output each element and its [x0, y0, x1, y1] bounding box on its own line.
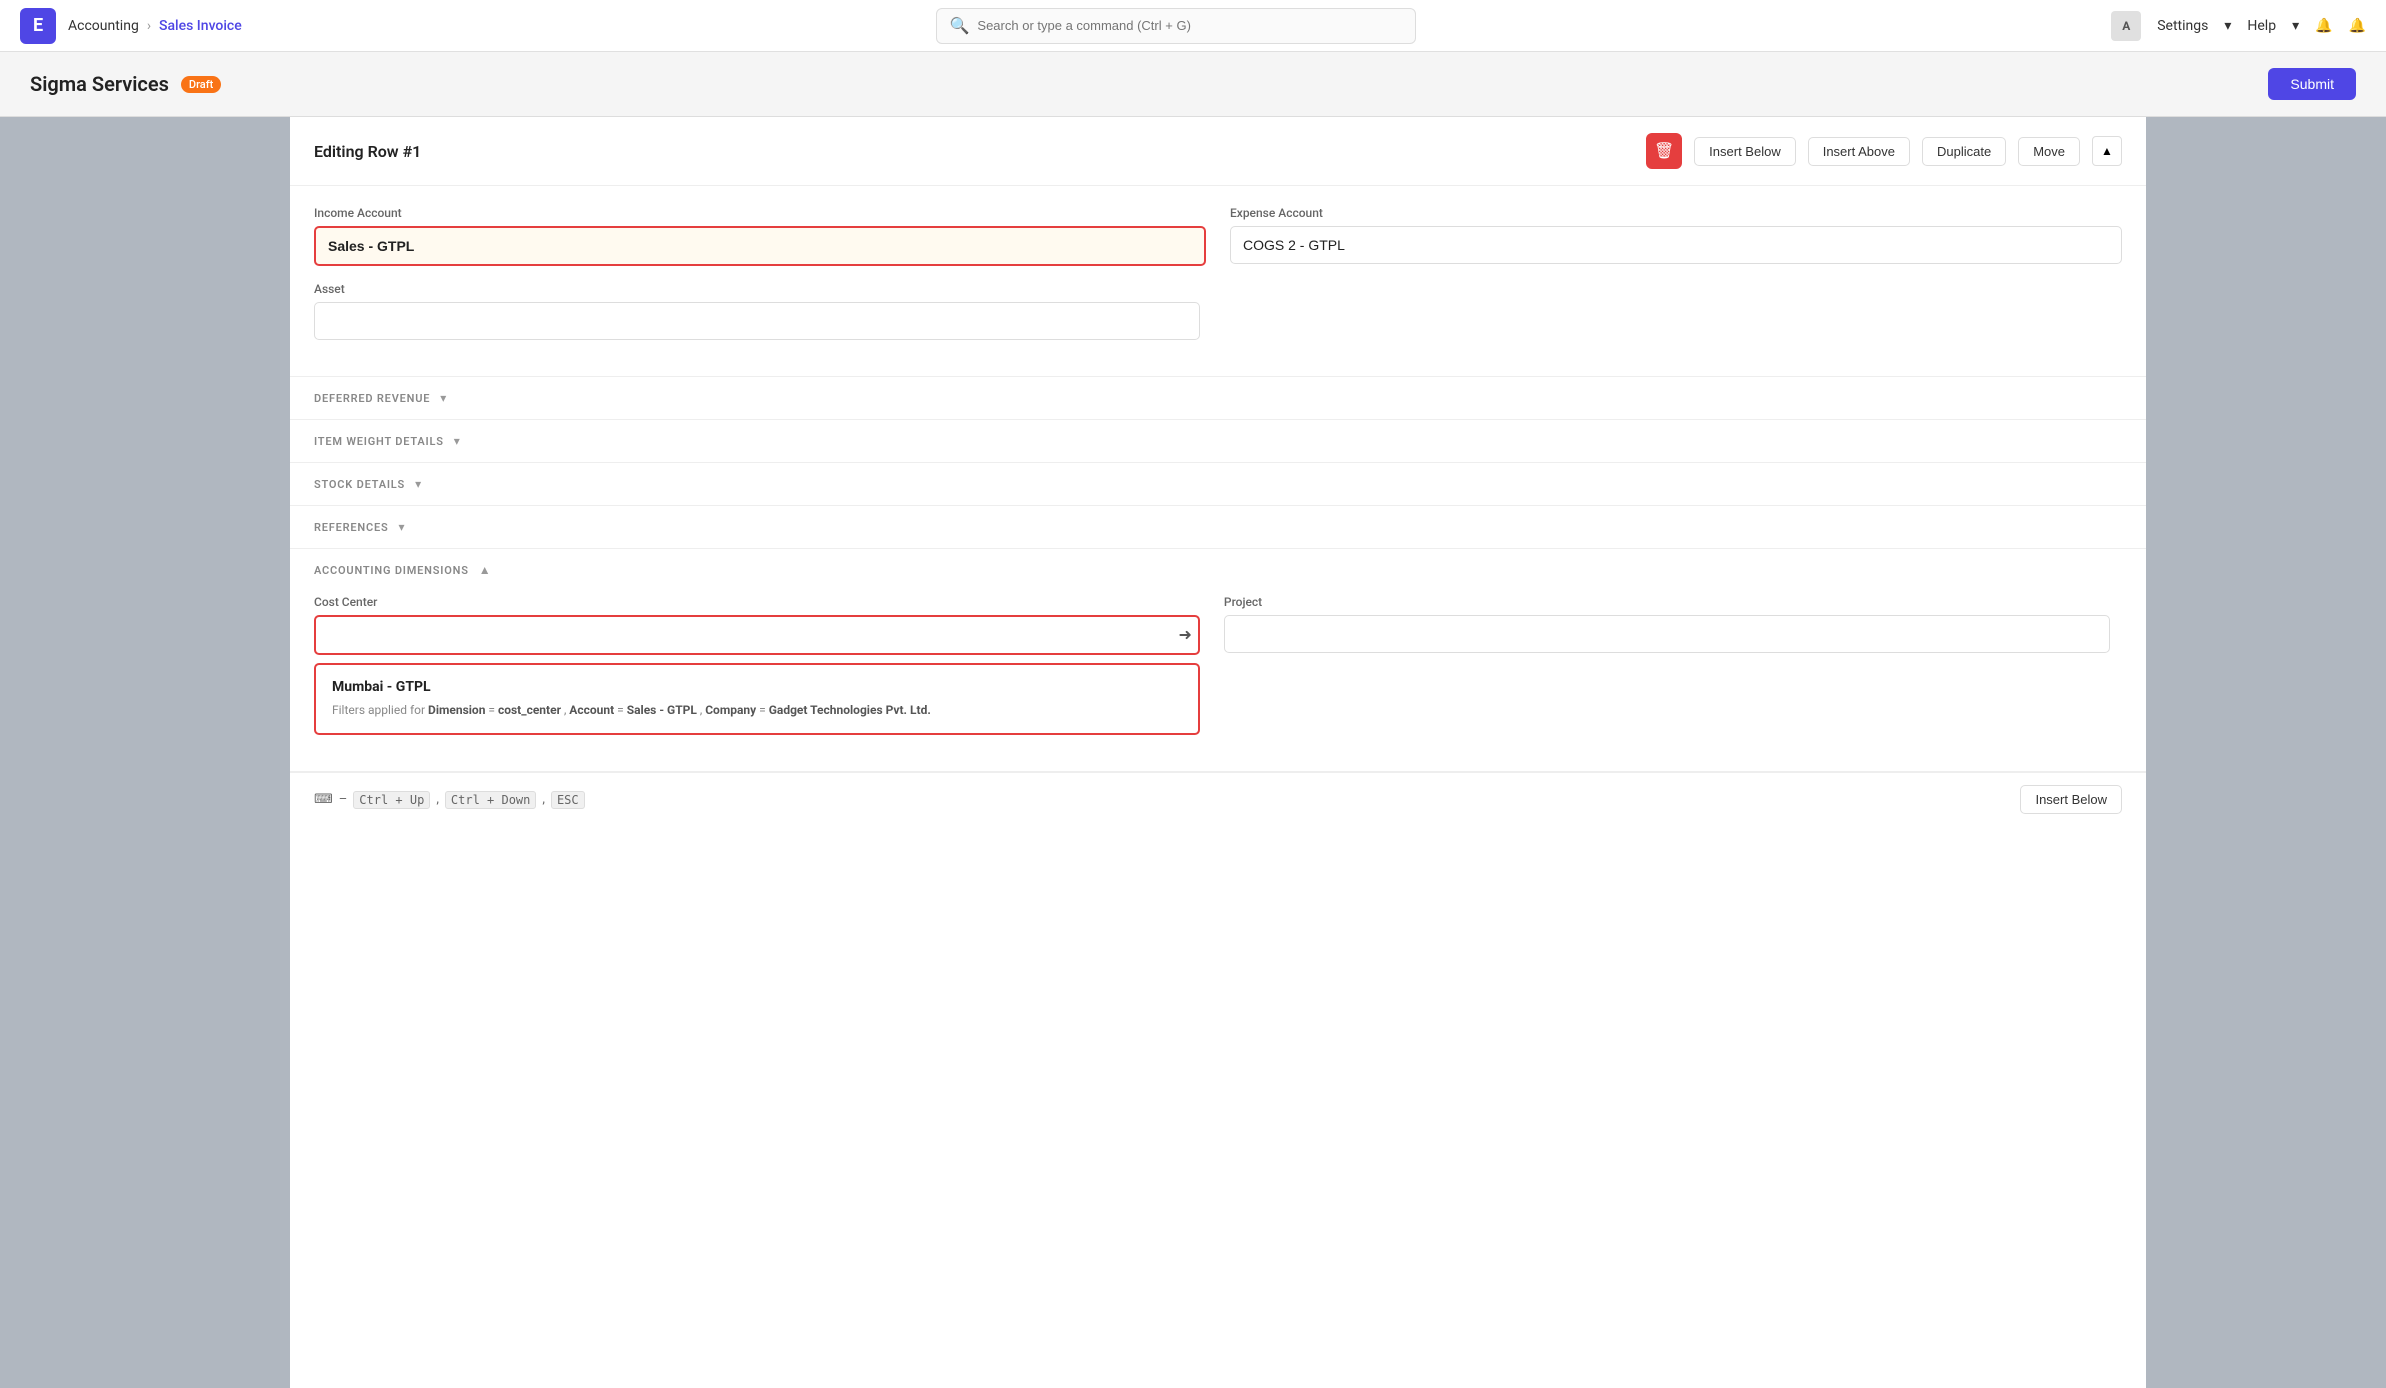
accounting-dimensions-body: Cost Center ➜ Mumbai - GTPL Filte: [290, 591, 2146, 771]
top-navigation: E Accounting › Sales Invoice 🔍 A Setting…: [0, 0, 2386, 52]
eq1: =: [488, 703, 498, 717]
cost-center-field: Cost Center ➜ Mumbai - GTPL Filte: [314, 595, 1200, 735]
breadcrumb: Accounting › Sales Invoice: [68, 18, 242, 34]
global-search[interactable]: 🔍: [936, 8, 1416, 44]
chevron-down-icon-stock: ▾: [415, 477, 421, 491]
bottom-bar-dash: –: [339, 792, 348, 807]
edit-panel: Editing Row #1 🗑 Insert Below Insert Abo…: [290, 117, 2146, 1388]
delete-button[interactable]: 🗑: [1646, 133, 1682, 169]
item-weight-title: ITEM WEIGHT DETAILS: [314, 435, 444, 448]
item-weight-header[interactable]: ITEM WEIGHT DETAILS ▾: [290, 420, 2146, 462]
deferred-revenue-title: DEFERRED REVENUE: [314, 392, 430, 405]
breadcrumb-sales-invoice[interactable]: Sales Invoice: [159, 18, 242, 34]
expense-account-input[interactable]: [1230, 226, 2122, 264]
bottom-bar: ⌨ – Ctrl + Up , Ctrl + Down , ESC Insert…: [290, 772, 2146, 826]
duplicate-button[interactable]: Duplicate: [1922, 137, 2006, 166]
help-button[interactable]: Help: [2247, 18, 2276, 34]
nav-right: A Settings ▾ Help ▾ 🔔 🔔: [2111, 11, 2366, 41]
account-label: Account: [569, 703, 614, 717]
income-account-field: Income Account: [314, 206, 1206, 266]
stock-details-header[interactable]: STOCK DETAILS ▾: [290, 463, 2146, 505]
right-panel: [2146, 117, 2386, 1388]
main-content: Editing Row #1 🗑 Insert Below Insert Abo…: [0, 117, 2386, 1388]
avatar: A: [2111, 11, 2141, 41]
ctrl-up-kbd: Ctrl + Up: [353, 791, 430, 809]
item-weight-section: ITEM WEIGHT DETAILS ▾: [290, 420, 2146, 463]
stock-details-section: STOCK DETAILS ▾: [290, 463, 2146, 506]
income-account-input[interactable]: [314, 226, 1206, 266]
company-label: Company: [705, 703, 756, 717]
left-sidebar: [0, 117, 290, 1388]
collapse-button[interactable]: ▲: [2092, 136, 2122, 166]
project-field: Project: [1224, 595, 2110, 735]
breadcrumb-accounting[interactable]: Accounting: [68, 18, 139, 34]
chevron-down-icon-help: ▾: [2292, 18, 2299, 34]
asset-field: Asset: [314, 282, 1200, 340]
dimension-value: cost_center: [498, 703, 561, 717]
comma1: ,: [436, 792, 439, 807]
references-section: REFERENCES ▾: [290, 506, 2146, 549]
dropdown-item-desc: Filters applied for Dimension = cost_cen…: [332, 701, 1182, 719]
page-title: Sigma Services: [30, 72, 169, 96]
search-icon: 🔍: [949, 16, 969, 35]
chevron-down-icon-weight: ▾: [454, 434, 460, 448]
project-label: Project: [1224, 595, 2110, 609]
cost-center-label: Cost Center: [314, 595, 1200, 609]
chevron-down-icon-references: ▾: [399, 520, 405, 534]
company-value: Gadget Technologies Pvt. Ltd.: [769, 703, 931, 717]
asset-row: Asset: [314, 282, 2122, 340]
filters-label: Filters applied for: [332, 703, 425, 717]
asset-input[interactable]: [314, 302, 1200, 340]
insert-above-button[interactable]: Insert Above: [1808, 137, 1910, 166]
deferred-revenue-header[interactable]: DEFERRED REVENUE ▾: [290, 377, 2146, 419]
cost-center-dropdown: Mumbai - GTPL Filters applied for Dimens…: [314, 663, 1200, 735]
references-title: REFERENCES: [314, 521, 389, 534]
app-logo: E: [20, 8, 56, 44]
esc-kbd: ESC: [551, 791, 585, 809]
cost-center-input-wrap: ➜: [314, 615, 1200, 655]
project-input[interactable]: [1224, 615, 2110, 653]
insert-below-button[interactable]: Insert Below: [1694, 137, 1796, 166]
account-value: Sales - GTPL: [627, 703, 697, 717]
bottom-insert-below-button[interactable]: Insert Below: [2020, 785, 2122, 814]
account-row: Income Account Expense Account: [314, 206, 2122, 266]
expense-account-field: Expense Account: [1230, 206, 2122, 266]
search-input[interactable]: [977, 18, 1403, 33]
comma2: ,: [542, 792, 545, 807]
accounting-dimensions-header[interactable]: ACCOUNTING DIMENSIONS ▲: [290, 549, 2146, 591]
dropdown-item-name: Mumbai - GTPL: [332, 679, 1182, 695]
chevron-down-icon-deferred: ▾: [440, 391, 446, 405]
panel-title: Editing Row #1: [314, 142, 1634, 161]
page-header: Sigma Services Draft Submit: [0, 52, 2386, 117]
bell-icon[interactable]: 🔔: [2349, 18, 2366, 34]
references-header[interactable]: REFERENCES ▾: [290, 506, 2146, 548]
chevron-up-icon-accounting: ▲: [479, 563, 491, 577]
notification-icon[interactable]: 🔔: [2315, 18, 2332, 34]
ctrl-down-kbd: Ctrl + Down: [445, 791, 536, 809]
submit-button[interactable]: Submit: [2268, 68, 2356, 100]
income-account-label: Income Account: [314, 206, 1206, 220]
accounting-row: Cost Center ➜ Mumbai - GTPL Filte: [314, 595, 2122, 735]
accounting-dimensions-title: ACCOUNTING DIMENSIONS: [314, 564, 469, 577]
asset-label: Asset: [314, 282, 1200, 296]
cost-center-input[interactable]: [314, 615, 1200, 655]
keyboard-icon: ⌨: [314, 792, 333, 807]
account-section: Income Account Expense Account Asset: [290, 186, 2146, 377]
deferred-revenue-section: DEFERRED REVENUE ▾: [290, 377, 2146, 420]
move-button[interactable]: Move: [2018, 137, 2080, 166]
accounting-dimensions-section: ACCOUNTING DIMENSIONS ▲ Cost Center ➜: [290, 549, 2146, 772]
eq2: =: [617, 703, 627, 717]
breadcrumb-sep1: ›: [147, 18, 151, 34]
expense-account-label: Expense Account: [1230, 206, 2122, 220]
page-background: Sigma Services Draft Submit Editing Row …: [0, 52, 2386, 1388]
cost-center-arrow-button[interactable]: ➜: [1179, 625, 1192, 645]
dimension-label: Dimension: [428, 703, 485, 717]
settings-button[interactable]: Settings: [2157, 18, 2208, 34]
draft-badge: Draft: [181, 76, 221, 93]
stock-details-title: STOCK DETAILS: [314, 478, 405, 491]
eq3: =: [759, 703, 769, 717]
chevron-down-icon: ▾: [2224, 18, 2231, 34]
panel-header: Editing Row #1 🗑 Insert Below Insert Abo…: [290, 117, 2146, 186]
dropdown-item-mumbai[interactable]: Mumbai - GTPL Filters applied for Dimens…: [316, 665, 1198, 733]
